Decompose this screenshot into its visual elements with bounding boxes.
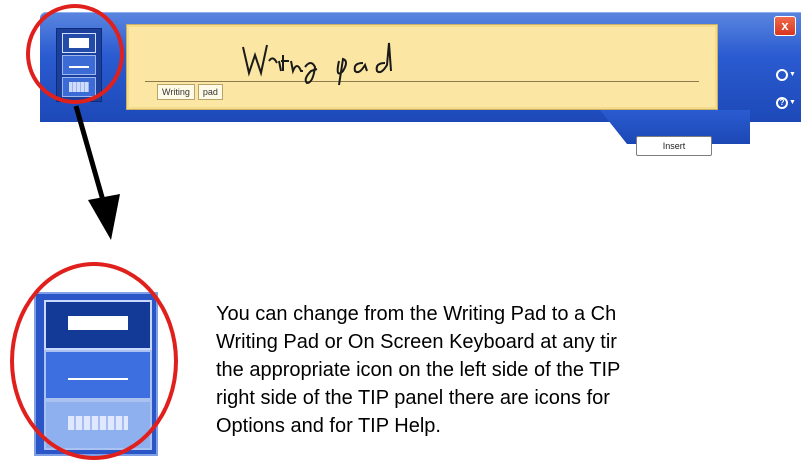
- description-text: You can change from the Writing Pad to a…: [216, 300, 801, 440]
- description-line: right side of the TIP panel there are ic…: [216, 387, 610, 409]
- description-line: Options and for TIP Help.: [216, 415, 441, 437]
- description-line: You can change from the Writing Pad to a…: [216, 303, 617, 325]
- description-line: the appropriate icon on the left side of…: [216, 359, 621, 381]
- highlight-circle-zoomed: [10, 262, 178, 460]
- description-line: Writing Pad or On Screen Keyboard at any…: [216, 331, 617, 353]
